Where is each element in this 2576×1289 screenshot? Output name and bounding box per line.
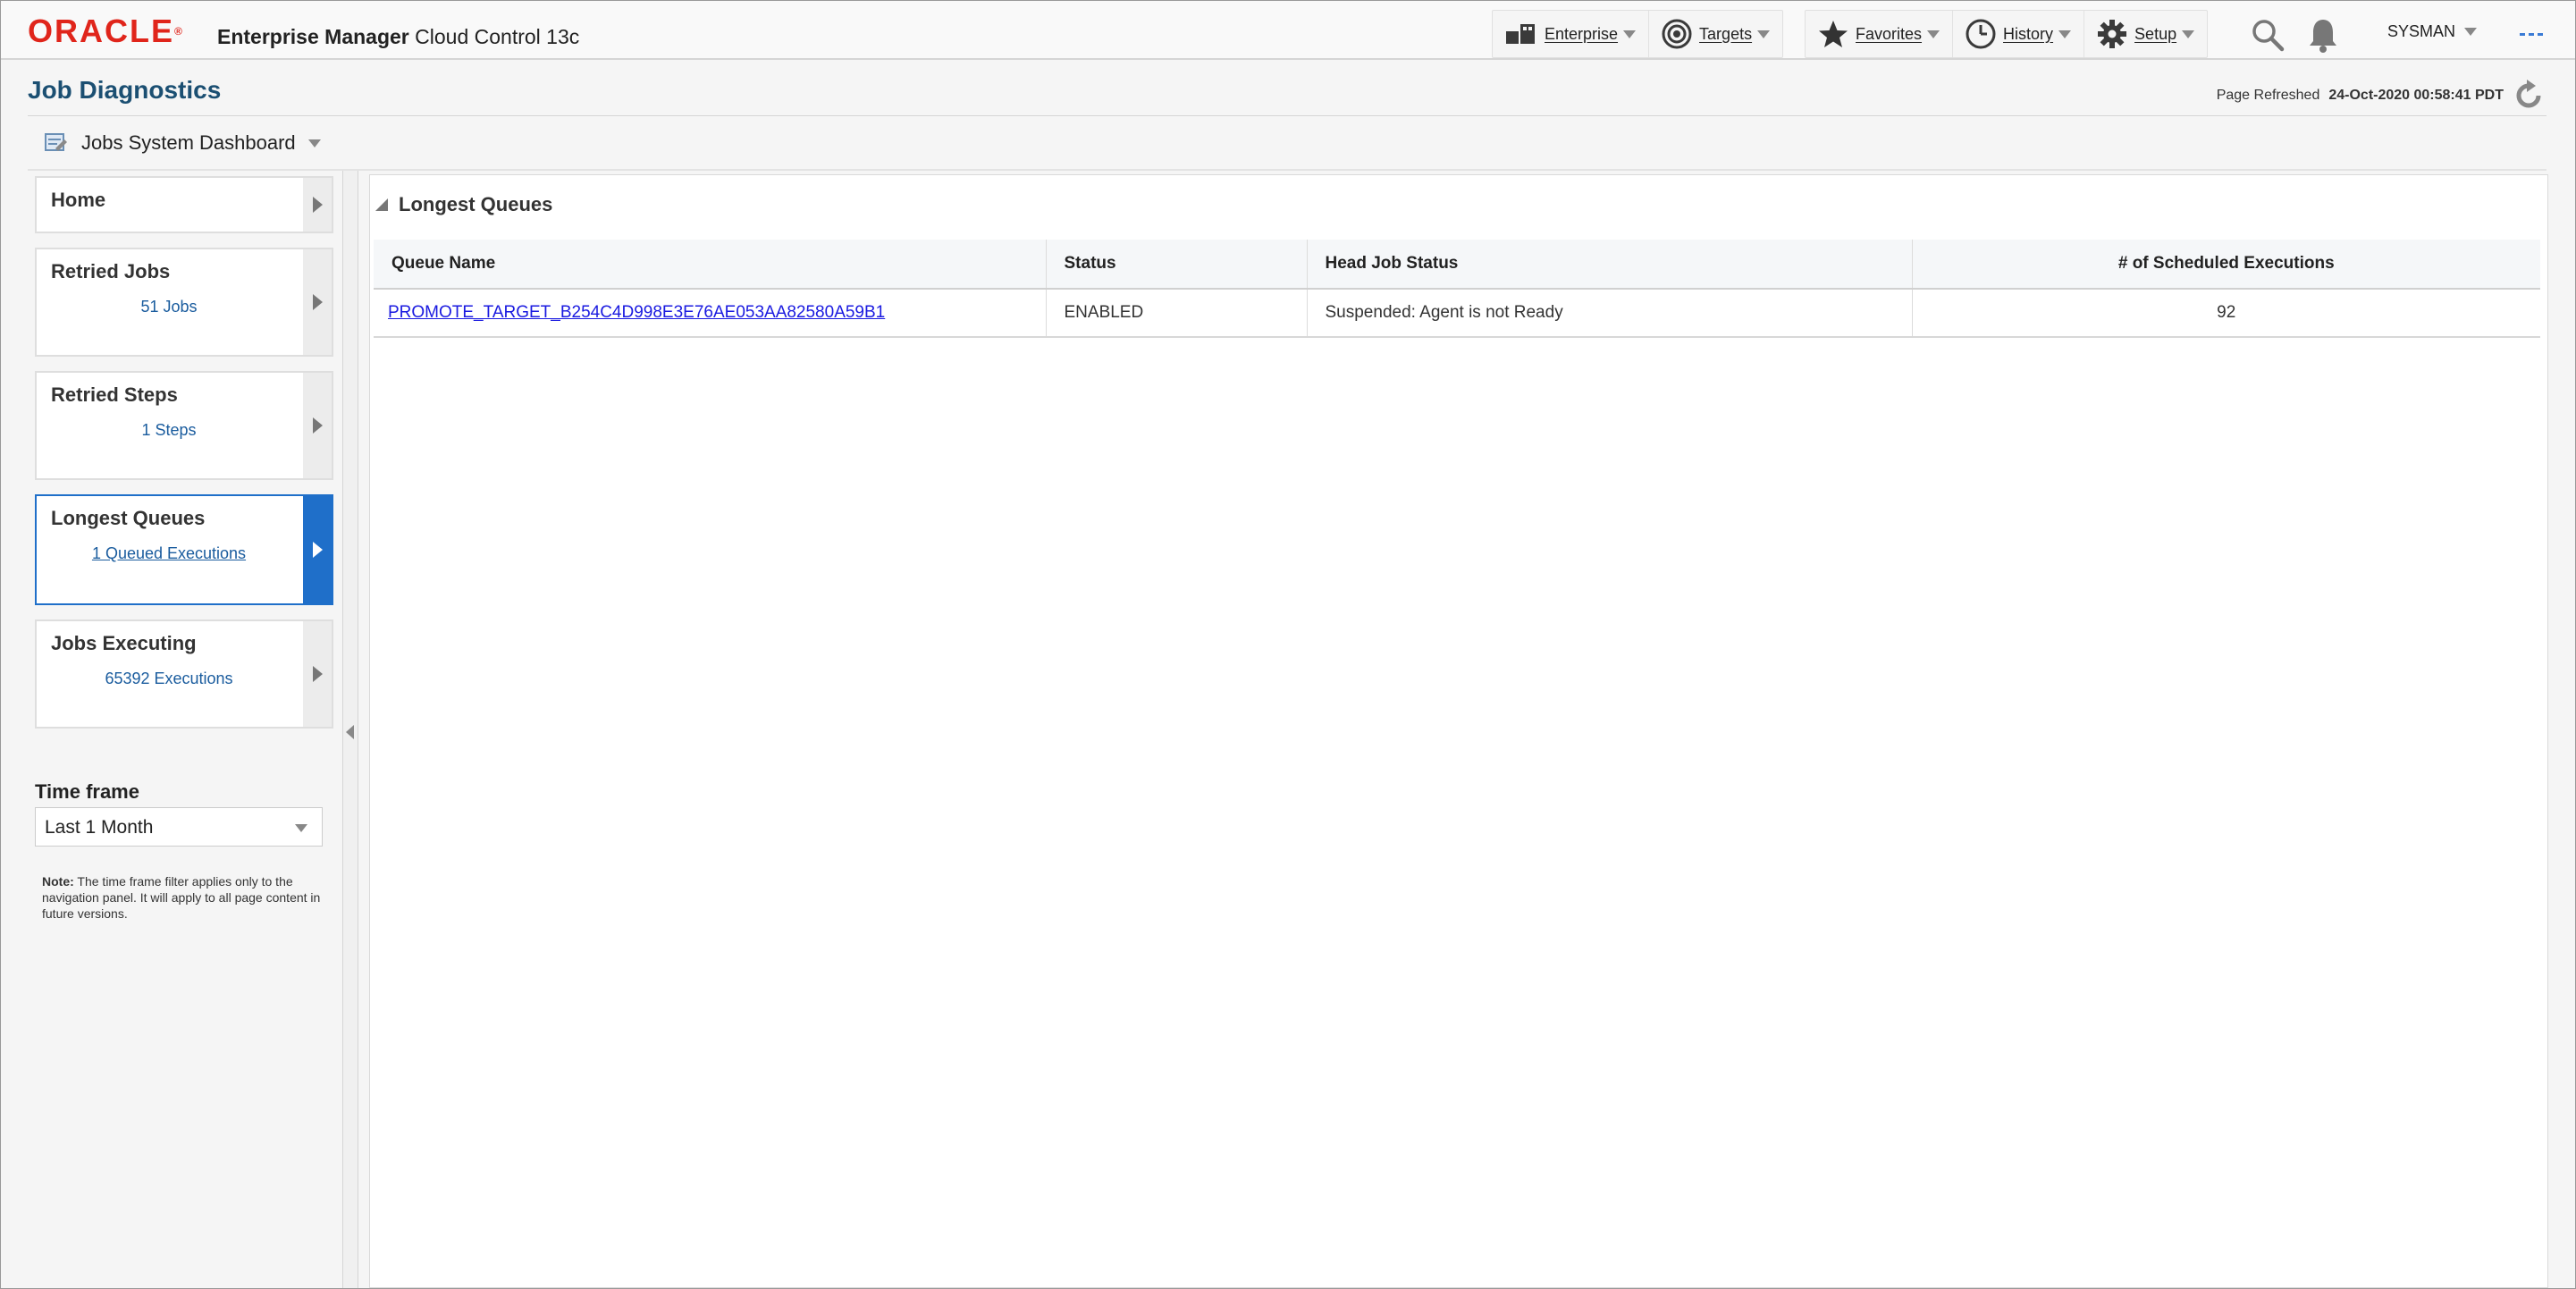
chevron-down-icon [1757,29,1771,38]
table-header-row: Queue Name Status Head Job Status # of S… [374,240,2540,290]
page-refreshed-label: Page Refreshed [2216,88,2320,103]
dashboard-selector-label: Jobs System Dashboard [81,131,296,154]
nav-card-longest-queues[interactable]: Longest Queues 1 Queued Executions [35,494,333,605]
nav-card-retried-jobs[interactable]: Retried Jobs 51 Jobs [35,248,333,357]
setup-label: Setup [2134,24,2177,43]
nav-card-count[interactable]: 1 Queued Executions [37,544,301,563]
gear-icon [2098,20,2127,48]
column-header-scheduled-executions[interactable]: # of Scheduled Executions [1912,240,2540,290]
navigation-panel: Home Retried Jobs 51 Jobs Retried Steps … [1,171,341,1288]
column-header-head-job-status[interactable]: Head Job Status [1307,240,1913,290]
nav-card-home[interactable]: Home [35,176,333,233]
bell-icon[interactable] [2307,17,2339,53]
status-cell: ENABLED [1046,289,1308,338]
column-header-status[interactable]: Status [1046,240,1308,290]
favorites-label: Favorites [1856,24,1923,43]
nav-card-count[interactable]: 51 Jobs [37,298,301,316]
queues-table: Queue Name Status Head Job Status # of S… [374,240,2540,338]
nav-card-count[interactable]: 65392 Executions [37,670,301,688]
timeframe-value: Last 1 Month [45,817,154,838]
panel-splitter[interactable] [342,171,358,1288]
dashboard-selector[interactable]: Jobs System Dashboard [44,131,321,155]
note-text: The time frame filter applies only to th… [42,874,321,921]
chevron-down-icon [307,139,321,147]
app-window: ORACLE® Enterprise Manager Cloud Control… [0,0,2576,1289]
scheduled-executions-cell: 92 [1912,289,2540,338]
chevron-right-icon[interactable] [303,178,332,232]
section-title: Longest Queues [399,193,553,215]
chevron-down-icon [2182,29,2195,38]
collapse-left-icon[interactable] [346,725,354,739]
targets-icon [1662,19,1692,49]
targets-label: Targets [1699,24,1753,43]
queue-name-cell: PROMOTE_TARGET_B254C4D998E3E76AE053AA825… [374,289,1047,338]
table-row: PROMOTE_TARGET_B254C4D998E3E76AE053AA825… [374,289,2540,338]
product-name-bold: Enterprise Manager [217,25,409,48]
timeframe-label: Time frame [35,780,139,803]
dashboard-icon [45,133,67,151]
chevron-right-icon[interactable] [303,373,332,478]
more-options-icon[interactable] [2520,33,2543,36]
chevron-right-icon[interactable] [303,249,332,355]
nav-card-jobs-executing[interactable]: Jobs Executing 65392 Executions [35,619,333,729]
nav-card-title: Longest Queues [51,507,206,529]
timeframe-note: Note: The time frame filter applies only… [42,873,337,922]
username: SYSMAN [2387,22,2456,40]
refresh-icon[interactable] [2513,80,2545,112]
nav-card-retried-steps[interactable]: Retried Steps 1 Steps [35,371,333,480]
column-header-queue-name[interactable]: Queue Name [374,240,1047,290]
dashboard-divider [28,169,2547,171]
page-refreshed: Page Refreshed 24-Oct-2020 00:58:41 PDT [2217,80,2545,112]
nav-card-count[interactable]: 1 Steps [37,421,301,440]
page-title: Job Diagnostics [28,76,222,104]
main-content: Longest Queues Queue Name Status Head Jo… [369,174,2548,1288]
history-menu-button[interactable]: History [1953,11,2085,57]
global-header: ORACLE® Enterprise Manager Cloud Control… [1,1,2575,60]
nav-card-title: Retried Jobs [51,260,171,282]
nav-card-title: Jobs Executing [51,632,197,654]
queue-name-link[interactable]: PROMOTE_TARGET_B254C4D998E3E76AE053AA825… [388,303,885,322]
nav-group-secondary: Favorites History Setup [1805,10,2209,58]
chevron-down-icon [295,824,307,832]
nav-group-primary: Enterprise Targets [1492,10,1784,58]
chevron-down-icon [1623,29,1637,38]
title-divider [28,115,2547,116]
nav-card-title: Retried Steps [51,383,178,406]
chevron-right-icon[interactable] [303,496,332,603]
user-menu[interactable]: SYSMAN [2387,22,2478,41]
enterprise-menu-button[interactable]: Enterprise [1493,11,1650,57]
timeframe-select[interactable]: Last 1 Month [35,807,323,847]
note-label: Note: [42,874,74,889]
chevron-down-icon [2464,28,2478,36]
enterprise-label: Enterprise [1545,24,1619,43]
oracle-logo[interactable]: ORACLE® [28,15,182,47]
setup-menu-button[interactable]: Setup [2084,11,2207,57]
star-icon [1819,21,1848,47]
targets-menu-button[interactable]: Targets [1649,11,1782,57]
search-icon[interactable] [2250,17,2286,53]
page-refreshed-value: 24-Oct-2020 00:58:41 PDT [2328,88,2504,103]
section-header[interactable]: Longest Queues [375,193,552,216]
chevron-down-icon [1927,29,1940,38]
clock-icon [1966,19,1996,49]
chevron-down-icon [2058,29,2072,38]
favorites-menu-button[interactable]: Favorites [1806,11,1954,57]
enterprise-icon [1506,24,1535,44]
product-name-rest: Cloud Control 13c [415,25,580,48]
nav-card-title: Home [51,189,106,211]
chevron-right-icon[interactable] [303,621,332,727]
product-name: Enterprise Manager Cloud Control 13c [217,24,579,49]
head-job-status-cell: Suspended: Agent is not Ready [1307,289,1913,338]
history-label: History [2003,24,2054,43]
disclosure-triangle-icon[interactable] [375,198,388,211]
